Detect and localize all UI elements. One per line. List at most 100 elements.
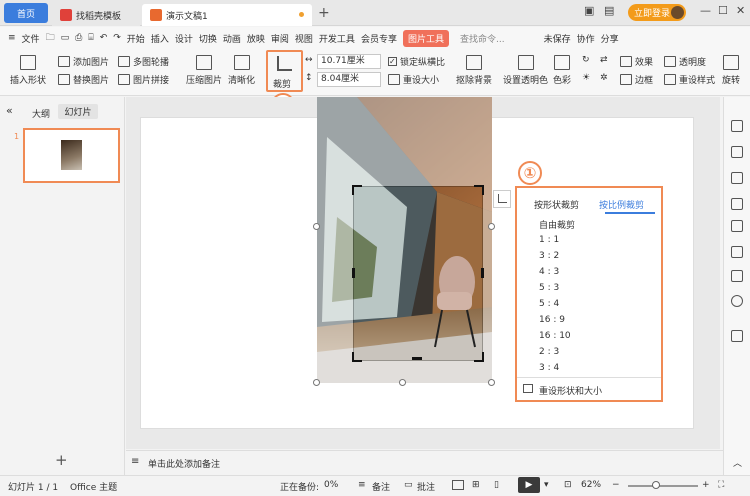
menu-picture-tools[interactable]: 图片工具 xyxy=(402,29,449,47)
contrast-icon[interactable]: ✲ xyxy=(600,73,608,83)
menu-item-1[interactable]: 插入 xyxy=(151,32,169,45)
menu-item-6[interactable]: 审阅 xyxy=(271,32,289,45)
crop-option-1-1[interactable]: 1 : 1 xyxy=(539,235,559,245)
preview-icon[interactable]: ⌸ xyxy=(88,33,93,43)
reset-style-button[interactable]: 重设样式 xyxy=(664,73,715,86)
unsaved-status[interactable]: 未保存 xyxy=(544,32,571,45)
lock-ratio-checkbox[interactable]: ✓ 锁定纵横比 xyxy=(388,55,445,68)
resize-handle-bl[interactable] xyxy=(313,379,320,386)
crop-option-5-3[interactable]: 5 : 3 xyxy=(539,283,559,293)
crop-edge-right[interactable] xyxy=(481,268,484,278)
effects-button[interactable]: 效果 xyxy=(620,55,653,68)
save-icon[interactable]: ▭ xyxy=(61,33,70,43)
pin-icon[interactable] xyxy=(731,146,743,158)
redo-icon[interactable]: ↷ xyxy=(113,33,121,43)
reset-shape-button[interactable]: 重设形状和大小 xyxy=(539,384,602,397)
crop-option-3-4[interactable]: 3 : 4 xyxy=(539,363,559,373)
collapse-panel-icon[interactable]: « xyxy=(6,104,13,117)
crop-option-4-3[interactable]: 4 : 3 xyxy=(539,267,559,277)
transparency-button[interactable]: 透明度 xyxy=(664,55,706,68)
print-icon[interactable]: ⎙ xyxy=(75,33,82,43)
close-button[interactable]: ✕ xyxy=(736,4,745,17)
insert-shape-button[interactable]: 插入形状 xyxy=(10,55,46,86)
reading-view-icon[interactable]: ▯ xyxy=(494,480,499,490)
menu-item-0[interactable]: 开始 xyxy=(127,32,145,45)
comment-icon[interactable]: ▭ xyxy=(404,480,413,490)
crop-option-16-10[interactable]: 16 : 10 xyxy=(539,331,571,341)
height-field[interactable]: 8.04厘米 xyxy=(317,72,381,87)
crop-frame[interactable] xyxy=(353,186,483,361)
hamburger-icon[interactable]: ≡ xyxy=(8,33,16,43)
resize-handle-br[interactable] xyxy=(488,379,495,386)
zoom-out-icon[interactable]: − xyxy=(612,480,620,490)
menu-item-8[interactable]: 开发工具 xyxy=(319,32,355,45)
magic-icon[interactable] xyxy=(731,330,743,342)
share-button[interactable]: 分享 xyxy=(601,32,619,45)
maximize-button[interactable]: ☐ xyxy=(718,4,728,17)
crop-corner-tr[interactable] xyxy=(474,185,484,195)
replace-image-button[interactable]: 替换图片 xyxy=(58,73,109,86)
rotate-left-icon[interactable]: ↻ xyxy=(582,55,590,65)
color-button[interactable]: 色彩 xyxy=(553,55,571,86)
menu-item-2[interactable]: 设计 xyxy=(175,32,193,45)
notes-button[interactable]: 备注 xyxy=(372,480,390,493)
multi-outline-button[interactable]: 多图轮播 xyxy=(118,55,169,68)
notes-placeholder[interactable]: 单击此处添加备注 xyxy=(148,457,220,470)
panel-icon[interactable]: ▤ xyxy=(604,4,614,17)
menu-item-7[interactable]: 视图 xyxy=(295,32,313,45)
crop-edge-bottom[interactable] xyxy=(412,357,422,360)
location-icon[interactable] xyxy=(731,220,743,232)
play-dropdown-icon[interactable]: ▾ xyxy=(544,480,549,490)
menu-item-9[interactable]: 会员专享 xyxy=(361,32,397,45)
fit-icon[interactable]: ⊡ xyxy=(564,480,572,490)
border-button[interactable]: 边框 xyxy=(620,73,653,86)
settings-icon[interactable] xyxy=(731,120,743,132)
undo-icon[interactable]: ↶ xyxy=(100,33,108,43)
folder-icon[interactable]: 🗀 xyxy=(46,30,55,46)
add-slide-button[interactable]: + xyxy=(55,451,68,469)
normal-view-icon[interactable] xyxy=(452,480,464,490)
tab-home[interactable]: 首页 xyxy=(4,3,48,23)
crop-float-icon[interactable] xyxy=(493,190,511,208)
tab-document[interactable]: 演示文稿1 xyxy=(142,4,312,26)
compress-button[interactable]: 压缩图片 xyxy=(186,55,222,86)
tab-crop-by-ratio[interactable]: 按比例裁剪 xyxy=(599,198,644,211)
menu-item-4[interactable]: 动画 xyxy=(223,32,241,45)
width-field[interactable]: 10.71厘米 xyxy=(317,54,381,69)
zoom-knob[interactable] xyxy=(652,481,660,489)
copy-icon[interactable] xyxy=(731,172,743,184)
tab-slides[interactable]: 幻灯片 xyxy=(58,104,98,119)
search-command[interactable]: 查找命令... xyxy=(460,32,505,45)
tab-templates[interactable]: 找稻壳模板 xyxy=(52,4,140,26)
notes-toggle-icon[interactable]: ︿ xyxy=(733,456,742,469)
zoom-slider[interactable] xyxy=(628,485,698,487)
transparent-color-button[interactable]: 设置透明色 xyxy=(503,55,548,86)
crop-option-3-2[interactable]: 3 : 2 xyxy=(539,251,559,261)
tab-crop-by-shape[interactable]: 按形状裁剪 xyxy=(534,198,579,211)
menu-item-5[interactable]: 放映 xyxy=(247,32,265,45)
resize-handle-right[interactable] xyxy=(488,223,495,230)
crop-corner-br[interactable] xyxy=(474,352,484,362)
help-icon[interactable] xyxy=(731,295,743,307)
resize-handle-bottom[interactable] xyxy=(399,379,406,386)
image-collage-button[interactable]: 图片拼接 xyxy=(118,73,169,86)
new-tab-button[interactable]: + xyxy=(318,5,330,21)
crop-option-16-9[interactable]: 16 : 9 xyxy=(539,315,565,325)
crop-option-free[interactable]: 自由裁剪 xyxy=(539,218,575,231)
resize-handle-left[interactable] xyxy=(313,223,320,230)
collab-button[interactable]: 协作 xyxy=(577,32,595,45)
menu-file[interactable]: 文件 xyxy=(22,32,40,45)
flip-icon[interactable]: ⇄ xyxy=(600,55,608,65)
sorter-view-icon[interactable]: ⊞ xyxy=(472,480,480,490)
sharpen-button[interactable]: 清晰化 xyxy=(228,55,255,86)
minimize-button[interactable]: — xyxy=(700,4,711,17)
recolor-icon[interactable] xyxy=(731,246,743,258)
fullscreen-icon[interactable]: ⛶ xyxy=(718,480,724,490)
crop-corner-bl[interactable] xyxy=(352,352,362,362)
rotate-button[interactable]: 旋转 xyxy=(722,55,740,86)
crop-corner-tl[interactable] xyxy=(352,185,362,195)
notes-icon-status[interactable]: ≡ xyxy=(358,480,366,490)
login-button[interactable]: 立即登录 xyxy=(628,4,686,21)
layout-icon[interactable]: ▣ xyxy=(584,4,594,17)
image-icon[interactable] xyxy=(731,198,743,210)
